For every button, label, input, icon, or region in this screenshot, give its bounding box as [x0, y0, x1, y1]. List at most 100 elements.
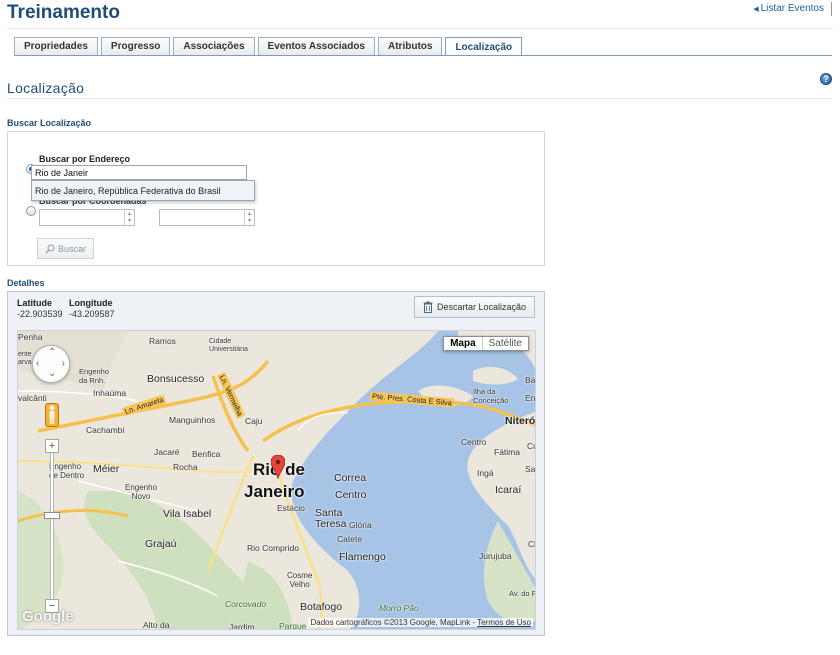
- map-label-ilha-conc-2: Conceição: [473, 396, 509, 405]
- longitude-input[interactable]: ▲ ▼: [159, 209, 255, 226]
- back-triangle-icon: ◀: [753, 5, 759, 13]
- map-label-icarai: Icaraí: [495, 484, 522, 496]
- by-address-label: Buscar por Endereço: [39, 154, 131, 164]
- app-title: Treinamento: [7, 2, 120, 23]
- map-label-fatima: Fátima: [494, 447, 520, 457]
- map-label-cachambi: Cachambi: [86, 425, 125, 435]
- map-label-ilha-conc-1: Ilha da: [473, 387, 496, 396]
- map-label-bonsucesso: Bonsucesso: [147, 373, 205, 385]
- map-label-jurujuba: Jurujuba: [479, 551, 512, 561]
- map-city-label-line-2: Janeiro: [244, 482, 305, 501]
- map-label-engenho-dentro-2: de Dentro: [49, 471, 85, 480]
- list-events-label: Listar Eventos: [760, 3, 824, 14]
- map-type-map-button[interactable]: Mapa: [444, 337, 482, 350]
- map-label-engenho-novo-2: Novo: [131, 492, 151, 501]
- map-label-sente: ente: [18, 351, 32, 358]
- map-label-inhauma: Inhaúma: [93, 388, 127, 398]
- map-label-penha: Penha: [18, 332, 43, 342]
- map-label-santa-teresa-2: Teresa: [315, 518, 347, 530]
- map-label-cosme-velho-2: Velho: [289, 580, 310, 589]
- pan-up-icon[interactable]: ⌃: [48, 348, 56, 358]
- longitude-label: Longitude: [69, 298, 113, 308]
- search-button[interactable]: Buscar: [37, 238, 94, 259]
- map-label-cu: Cu: [527, 441, 535, 451]
- search-heading: Buscar Localização: [7, 118, 92, 128]
- map-label-engenho-dentro: Engenho de Dentro: [49, 462, 84, 480]
- map-label-benfica: Benfica: [192, 449, 221, 459]
- map-label-cosme-velho-1: Cosme: [287, 571, 313, 580]
- trash-icon: [423, 301, 433, 313]
- autocomplete-suggestion[interactable]: Rio de Janeiro, República Federativa do …: [31, 180, 255, 201]
- radio-by-coordinates[interactable]: [26, 206, 36, 216]
- map-label-inga: Ingá: [477, 468, 494, 478]
- address-input[interactable]: Rio de Janeir: [31, 165, 247, 180]
- search-icon: [45, 243, 55, 253]
- google-logo: Google: [22, 608, 74, 625]
- map-label-engenho-novo: Engenho Novo: [125, 483, 157, 501]
- map-label-engenho-rnh-1: Engenho: [79, 367, 110, 376]
- location-pin-icon[interactable]: [270, 454, 286, 482]
- map-label-niteroi: Niterói: [505, 415, 536, 427]
- map-label-cavalcanti: valcânti: [18, 393, 47, 403]
- map-label-centro: Centro: [335, 489, 367, 501]
- map-credits: Dados cartográficos ©2013 Google, MapLin…: [308, 618, 533, 627]
- longitude-spinner[interactable]: ▲ ▼: [244, 210, 254, 225]
- map-canvas[interactable]: Penha Ramos Cidade Universitária ente arva…: [17, 330, 536, 630]
- tab-localizacao[interactable]: Localização: [445, 37, 523, 56]
- map-label-alto-boa: Alto da: [143, 620, 170, 630]
- tab-divider: [14, 55, 832, 56]
- latitude-value: -22.903539: [17, 309, 63, 319]
- tab-progresso[interactable]: Progresso: [100, 37, 171, 55]
- tab-associacoes[interactable]: Associações: [173, 37, 255, 55]
- discard-location-button[interactable]: Descartar Localização: [413, 296, 535, 318]
- map-label-morro-pao: Morro Pão: [379, 603, 419, 613]
- details-heading: Detalhes: [7, 278, 45, 288]
- map-label-engenho-rnh-2: da Rnh.: [79, 376, 106, 385]
- details-panel: Latitude -22.903539 Longitude -43.209587…: [7, 291, 545, 636]
- map-label-santa-teresa: Santa Teresa: [315, 508, 347, 530]
- section-title: Localização: [7, 80, 85, 96]
- map-label-eng: Eng: [525, 393, 536, 403]
- tab-propriedades[interactable]: Propriedades: [14, 37, 98, 55]
- zoom-slider-thumb[interactable]: [44, 512, 60, 519]
- street-view-pegman-icon[interactable]: [45, 403, 59, 427]
- map-label-rio-comprido: Rio Comprido: [247, 543, 299, 553]
- tab-atributos[interactable]: Atributos: [378, 37, 443, 55]
- map-label-vila-isabel: Vila Isabel: [163, 508, 212, 520]
- map-label-cidade-universitaria: Cidade Universitária: [209, 338, 248, 354]
- map-label-av-forte: Av. do For: [509, 589, 536, 598]
- map-label-engenho-rainha: Engenho da Rnh.: [79, 367, 109, 385]
- map-label-jardim: Jardim: [229, 622, 255, 630]
- list-events-link[interactable]: ◀ Listar Eventos: [753, 3, 824, 14]
- longitude-value: -43.209587: [69, 309, 115, 319]
- map-label-sarva: arva: [18, 359, 32, 366]
- latitude-spinner[interactable]: ▲ ▼: [124, 210, 134, 225]
- title-divider: [7, 28, 833, 29]
- zoom-slider-track[interactable]: [50, 439, 54, 611]
- map-label-catete: Catete: [337, 534, 363, 544]
- map-credits-text: Dados cartográficos ©2013 Google, MapLin…: [310, 618, 476, 627]
- map-label-left-edge: ente arva: [18, 351, 32, 367]
- map-type-satellite-button[interactable]: Satélite: [481, 337, 528, 350]
- pan-down-icon[interactable]: ⌄: [48, 369, 56, 379]
- map-label-cidade-2: Universitária: [209, 346, 248, 353]
- map-label-ramos: Ramos: [149, 336, 176, 346]
- zoom-in-button[interactable]: +: [45, 439, 59, 453]
- latitude-input[interactable]: ▲ ▼: [39, 209, 135, 226]
- map-label-san: San: [525, 464, 536, 474]
- tab-eventos-associados[interactable]: Eventos Associados: [257, 37, 375, 55]
- discard-location-label: Descartar Localização: [436, 302, 526, 312]
- map-label-corcovado: Corcovado: [225, 599, 267, 609]
- map-label-jacare: Jacaré: [154, 447, 180, 457]
- map-type-control: Mapa Satélite: [443, 336, 529, 351]
- map-label-grajau: Grajaú: [145, 538, 177, 550]
- help-icon[interactable]: ?: [820, 73, 832, 85]
- terms-of-use-link[interactable]: Termos de Uso: [477, 618, 531, 627]
- pan-control[interactable]: ⌃ ⌄ ‹ ›: [32, 345, 70, 383]
- section-divider: [7, 98, 832, 99]
- pan-left-icon[interactable]: ‹: [36, 359, 39, 369]
- pan-right-icon[interactable]: ›: [62, 359, 65, 369]
- top-separator: [831, 2, 832, 16]
- map-label-cidade-1: Cidade: [209, 338, 232, 345]
- map-label-meier: Méier: [93, 463, 120, 475]
